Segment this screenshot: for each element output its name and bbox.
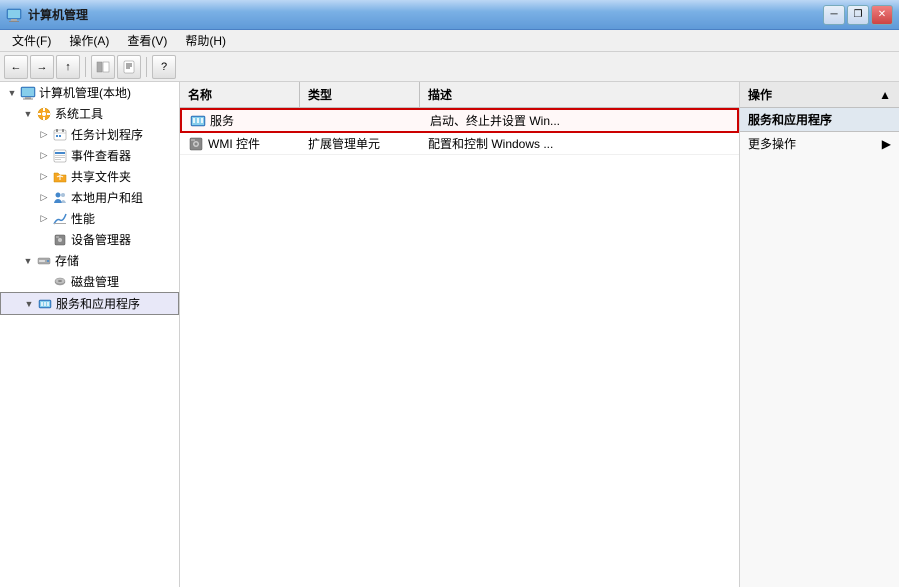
right-panel: 操作 ▲ 服务和应用程序 更多操作 ▶ — [739, 82, 899, 587]
storage-icon — [36, 253, 52, 269]
tree-shared-folders[interactable]: ▷ 共享文件夹 — [0, 166, 179, 187]
expand-event-viewer[interactable]: ▷ — [36, 148, 52, 164]
tree-disk-manager[interactable]: 磁盘管理 — [0, 271, 179, 292]
col-type[interactable]: 类型 — [300, 82, 420, 107]
computer-icon — [20, 85, 36, 101]
expand-system-tools[interactable]: ▼ — [20, 106, 36, 122]
performance-icon — [52, 211, 68, 227]
back-button[interactable]: ← — [4, 55, 28, 79]
minimize-button[interactable]: ─ — [823, 5, 845, 25]
cell-services-name: 服务 — [182, 110, 302, 131]
services-name-text: 服务 — [210, 112, 234, 129]
shared-folders-icon — [52, 169, 68, 185]
list-row-wmi[interactable]: WMI 控件 扩展管理单元 配置和控制 Windows ... — [180, 133, 739, 155]
left-panel: ▼ 计算机管理(本地) ▼ — [0, 82, 180, 587]
expand-shared-folders[interactable]: ▷ — [36, 169, 52, 185]
tree-services-apps[interactable]: ▼ 服务和应用程序 — [0, 292, 179, 315]
task-scheduler-label: 任务计划程序 — [71, 126, 143, 143]
expand-disk-manager[interactable] — [36, 274, 52, 290]
expand-storage[interactable]: ▼ — [20, 253, 36, 269]
local-users-label: 本地用户和组 — [71, 189, 143, 206]
services-apps-icon — [37, 296, 53, 312]
menu-item-0[interactable]: 文件(F) — [4, 30, 59, 51]
collapse-icon[interactable]: ▲ — [879, 88, 891, 102]
actions-header: 操作 ▲ — [740, 82, 899, 108]
help-button[interactable]: ? — [152, 55, 176, 79]
col-name[interactable]: 名称 — [180, 82, 300, 107]
tree-local-users[interactable]: ▷ 本地用户和组 — [0, 187, 179, 208]
system-tools-label: 系统工具 — [55, 105, 103, 122]
forward-button[interactable]: → — [30, 55, 54, 79]
window-title: 计算机管理 — [28, 6, 88, 23]
disk-manager-label: 磁盘管理 — [71, 273, 119, 290]
list-header: 名称 类型 描述 — [180, 82, 739, 108]
col-description[interactable]: 描述 — [420, 82, 739, 107]
close-button[interactable]: ✕ — [871, 5, 893, 25]
toolbar-separator2 — [146, 57, 147, 77]
shared-folders-label: 共享文件夹 — [71, 168, 131, 185]
restore-button[interactable]: ❐ — [847, 5, 869, 25]
actions-title: 操作 — [748, 86, 772, 103]
services-apps-action-label: 服务和应用程序 — [748, 111, 832, 128]
menu-bar: 文件(F)操作(A)查看(V)帮助(H) — [0, 30, 899, 52]
tree-root-label: 计算机管理(本地) — [39, 84, 131, 101]
menu-item-1[interactable]: 操作(A) — [61, 30, 117, 51]
menu-item-2[interactable]: 查看(V) — [119, 30, 175, 51]
local-users-icon — [52, 190, 68, 206]
cell-wmi-type: 扩展管理单元 — [300, 133, 420, 154]
up-button[interactable]: ↑ — [56, 55, 80, 79]
expand-local-users[interactable]: ▷ — [36, 190, 52, 206]
main-layout: ▼ 计算机管理(本地) ▼ — [0, 82, 899, 587]
event-viewer-label: 事件查看器 — [71, 147, 131, 164]
show-hide-button[interactable] — [91, 55, 115, 79]
tree-task-scheduler[interactable]: ▷ 任务计划程序 — [0, 124, 179, 145]
device-manager-icon — [52, 232, 68, 248]
event-viewer-icon — [52, 148, 68, 164]
tree-storage[interactable]: ▼ 存储 — [0, 250, 179, 271]
device-manager-label: 设备管理器 — [71, 231, 131, 248]
app-icon — [6, 7, 22, 23]
more-actions-label: 更多操作 — [748, 135, 796, 152]
cell-services-type — [302, 119, 422, 123]
services-apps-action: 服务和应用程序 — [740, 108, 899, 132]
title-bar: 计算机管理 ─ ❐ ✕ — [0, 0, 899, 30]
tree-performance[interactable]: ▷ 性能 — [0, 208, 179, 229]
task-scheduler-icon — [52, 127, 68, 143]
tree-device-manager[interactable]: 设备管理器 — [0, 229, 179, 250]
system-tools-icon — [36, 106, 52, 122]
cell-services-desc: 启动、终止并设置 Win... — [422, 110, 737, 131]
center-panel: 名称 类型 描述 服务 启动、终止并设置 Win... — [180, 82, 739, 587]
toolbar-separator — [85, 57, 86, 77]
menu-item-3[interactable]: 帮助(H) — [177, 30, 234, 51]
expand-services-apps[interactable]: ▼ — [21, 296, 37, 312]
more-actions-button[interactable]: 更多操作 ▶ — [740, 132, 899, 155]
storage-label: 存储 — [55, 252, 79, 269]
tree-system-tools[interactable]: ▼ 系统工具 — [0, 103, 179, 124]
window-controls[interactable]: ─ ❐ ✕ — [823, 5, 893, 25]
properties-button[interactable] — [117, 55, 141, 79]
expand-device-manager[interactable] — [36, 232, 52, 248]
disk-manager-icon — [52, 274, 68, 290]
tree-root[interactable]: ▼ 计算机管理(本地) — [0, 82, 179, 103]
more-actions-arrow-icon: ▶ — [882, 137, 891, 151]
list-row-services[interactable]: 服务 启动、终止并设置 Win... — [180, 108, 739, 133]
expand-root[interactable]: ▼ — [4, 85, 20, 101]
expand-task-scheduler[interactable]: ▷ — [36, 127, 52, 143]
cell-wmi-name: WMI 控件 — [180, 133, 300, 154]
cell-wmi-desc: 配置和控制 Windows ... — [420, 133, 739, 154]
expand-performance[interactable]: ▷ — [36, 211, 52, 227]
toolbar: ← → ↑ ? — [0, 52, 899, 82]
tree-event-viewer[interactable]: ▷ 事件查看器 — [0, 145, 179, 166]
wmi-name-text: WMI 控件 — [208, 135, 260, 152]
title-bar-left: 计算机管理 — [6, 6, 88, 23]
performance-label: 性能 — [71, 210, 95, 227]
services-apps-label: 服务和应用程序 — [56, 295, 140, 312]
